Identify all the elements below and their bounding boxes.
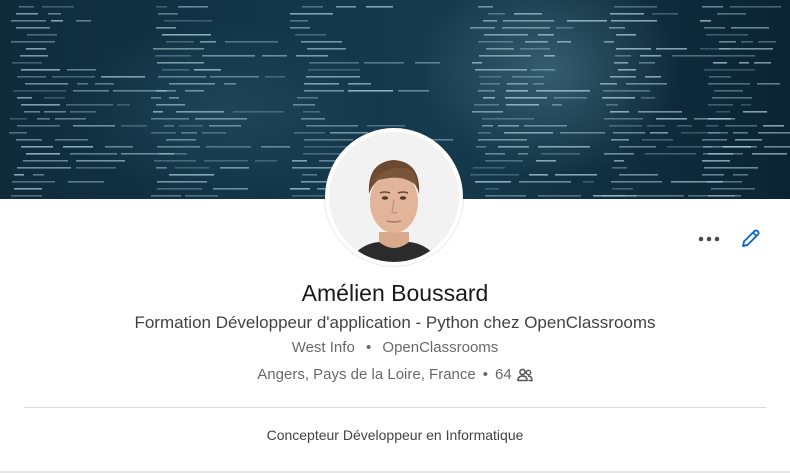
profile-summary: Concepteur Développeur en Informatique xyxy=(266,427,524,443)
separator-dot: • xyxy=(365,339,372,356)
profile-companies: West Info • OpenClassrooms xyxy=(0,339,790,356)
edit-profile-button[interactable] xyxy=(737,226,763,252)
profile-headline: Formation Développeur d'application - Py… xyxy=(134,313,656,332)
connections-count[interactable]: 64 xyxy=(495,366,512,383)
section-divider xyxy=(24,407,766,408)
company-link-openclassrooms[interactable]: OpenClassrooms xyxy=(382,339,498,356)
location-row: Angers, Pays de la Loire, France • 64 xyxy=(0,366,790,383)
pencil-icon xyxy=(742,229,760,247)
profile-name: Amélien Boussard xyxy=(301,280,489,306)
profile-location: Angers, Pays de la Loire, France xyxy=(257,366,476,383)
separator-dot: • xyxy=(482,366,489,383)
more-horizontal-icon xyxy=(698,236,720,242)
more-actions-button[interactable] xyxy=(696,226,722,252)
company-link-west-info[interactable]: West Info xyxy=(292,339,355,356)
people-icon[interactable] xyxy=(516,368,533,382)
profile-avatar[interactable] xyxy=(325,128,463,266)
